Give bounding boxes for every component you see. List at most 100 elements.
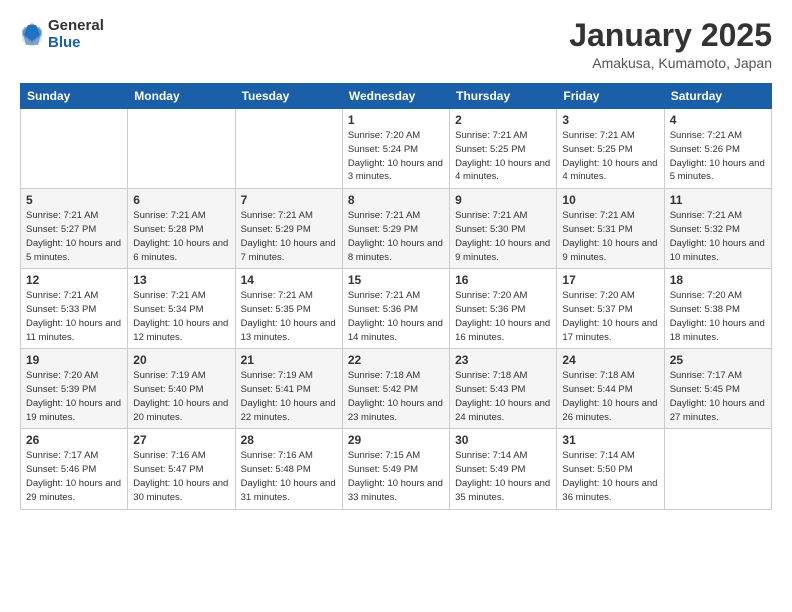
day-detail: Sunrise: 7:17 AM Sunset: 5:46 PM Dayligh… bbox=[26, 449, 122, 504]
day-detail: Sunrise: 7:16 AM Sunset: 5:47 PM Dayligh… bbox=[133, 449, 229, 504]
day-detail: Sunrise: 7:14 AM Sunset: 5:49 PM Dayligh… bbox=[455, 449, 551, 504]
logo-blue-text: Blue bbox=[48, 35, 104, 52]
day-cell-4-6 bbox=[664, 429, 771, 509]
day-number: 19 bbox=[26, 353, 122, 367]
day-number: 14 bbox=[241, 273, 337, 287]
location: Amakusa, Kumamoto, Japan bbox=[569, 55, 772, 71]
month-title: January 2025 bbox=[569, 18, 772, 53]
day-detail: Sunrise: 7:18 AM Sunset: 5:43 PM Dayligh… bbox=[455, 369, 551, 424]
day-detail: Sunrise: 7:21 AM Sunset: 5:30 PM Dayligh… bbox=[455, 209, 551, 264]
day-detail: Sunrise: 7:18 AM Sunset: 5:44 PM Dayligh… bbox=[562, 369, 658, 424]
logo-text: General Blue bbox=[48, 18, 104, 51]
day-cell-2-2: 14 Sunrise: 7:21 AM Sunset: 5:35 PM Dayli… bbox=[235, 269, 342, 349]
day-detail: Sunrise: 7:21 AM Sunset: 5:28 PM Dayligh… bbox=[133, 209, 229, 264]
day-cell-4-0: 26 Sunrise: 7:17 AM Sunset: 5:46 PM Dayli… bbox=[21, 429, 128, 509]
day-number: 20 bbox=[133, 353, 229, 367]
day-detail: Sunrise: 7:20 AM Sunset: 5:24 PM Dayligh… bbox=[348, 129, 444, 184]
day-number: 29 bbox=[348, 433, 444, 447]
day-cell-4-5: 31 Sunrise: 7:14 AM Sunset: 5:50 PM Dayli… bbox=[557, 429, 664, 509]
day-number: 17 bbox=[562, 273, 658, 287]
day-number: 9 bbox=[455, 193, 551, 207]
day-number: 21 bbox=[241, 353, 337, 367]
header-sunday: Sunday bbox=[21, 84, 128, 109]
day-number: 5 bbox=[26, 193, 122, 207]
day-number: 23 bbox=[455, 353, 551, 367]
day-cell-1-6: 11 Sunrise: 7:21 AM Sunset: 5:32 PM Dayli… bbox=[664, 189, 771, 269]
day-cell-4-1: 27 Sunrise: 7:16 AM Sunset: 5:47 PM Dayli… bbox=[128, 429, 235, 509]
day-detail: Sunrise: 7:16 AM Sunset: 5:48 PM Dayligh… bbox=[241, 449, 337, 504]
day-cell-0-4: 2Sunrise: 7:21 AM Sunset: 5:25 PM Daylig… bbox=[450, 109, 557, 189]
week-row-0: 1 Sunrise: 7:20 AM Sunset: 5:24 PM Daylig… bbox=[21, 109, 772, 189]
day-number: 12 bbox=[26, 273, 122, 287]
day-number: 27 bbox=[133, 433, 229, 447]
page: General Blue January 2025 Amakusa, Kumam… bbox=[0, 0, 792, 528]
day-cell-0-6: 4 Sunrise: 7:21 AM Sunset: 5:26 PM Daylig… bbox=[664, 109, 771, 189]
day-cell-4-3: 29 Sunrise: 7:15 AM Sunset: 5:49 PM Dayli… bbox=[342, 429, 449, 509]
weekday-header-row: Sunday Monday Tuesday Wednesday Thursday… bbox=[21, 84, 772, 109]
day-number: 3 bbox=[562, 113, 658, 127]
day-detail: Sunrise: 7:17 AM Sunset: 5:45 PM Dayligh… bbox=[670, 369, 766, 424]
day-number: 11 bbox=[670, 193, 766, 207]
day-number: 30 bbox=[455, 433, 551, 447]
day-number: 18 bbox=[670, 273, 766, 287]
day-number: 1 bbox=[348, 113, 444, 127]
day-cell-1-5: 10 Sunrise: 7:21 AM Sunset: 5:31 PM Dayli… bbox=[557, 189, 664, 269]
day-detail: Sunrise: 7:21 AM Sunset: 5:25 PM Dayligh… bbox=[562, 129, 658, 184]
day-cell-3-0: 19 Sunrise: 7:20 AM Sunset: 5:39 PM Dayli… bbox=[21, 349, 128, 429]
day-detail: Sunrise: 7:18 AM Sunset: 5:42 PM Dayligh… bbox=[348, 369, 444, 424]
day-number: 22 bbox=[348, 353, 444, 367]
day-number: 4 bbox=[670, 113, 766, 127]
day-number: 10 bbox=[562, 193, 658, 207]
day-cell-2-3: 15Sunrise: 7:21 AM Sunset: 5:36 PM Dayli… bbox=[342, 269, 449, 349]
day-number: 13 bbox=[133, 273, 229, 287]
header-wednesday: Wednesday bbox=[342, 84, 449, 109]
day-detail: Sunrise: 7:20 AM Sunset: 5:39 PM Dayligh… bbox=[26, 369, 122, 424]
day-detail: Sunrise: 7:21 AM Sunset: 5:34 PM Dayligh… bbox=[133, 289, 229, 344]
header-thursday: Thursday bbox=[450, 84, 557, 109]
day-detail: Sunrise: 7:15 AM Sunset: 5:49 PM Dayligh… bbox=[348, 449, 444, 504]
day-cell-1-2: 7 Sunrise: 7:21 AM Sunset: 5:29 PM Daylig… bbox=[235, 189, 342, 269]
day-detail: Sunrise: 7:21 AM Sunset: 5:32 PM Dayligh… bbox=[670, 209, 766, 264]
day-detail: Sunrise: 7:20 AM Sunset: 5:37 PM Dayligh… bbox=[562, 289, 658, 344]
day-cell-0-1 bbox=[128, 109, 235, 189]
day-number: 31 bbox=[562, 433, 658, 447]
day-cell-3-2: 21 Sunrise: 7:19 AM Sunset: 5:41 PM Dayli… bbox=[235, 349, 342, 429]
header-tuesday: Tuesday bbox=[235, 84, 342, 109]
day-cell-0-3: 1 Sunrise: 7:20 AM Sunset: 5:24 PM Daylig… bbox=[342, 109, 449, 189]
day-number: 15 bbox=[348, 273, 444, 287]
day-cell-1-0: 5Sunrise: 7:21 AM Sunset: 5:27 PM Daylig… bbox=[21, 189, 128, 269]
day-cell-2-6: 18Sunrise: 7:20 AM Sunset: 5:38 PM Dayli… bbox=[664, 269, 771, 349]
day-number: 24 bbox=[562, 353, 658, 367]
logo-general-text: General bbox=[48, 18, 104, 35]
day-detail: Sunrise: 7:21 AM Sunset: 5:25 PM Dayligh… bbox=[455, 129, 551, 184]
day-number: 26 bbox=[26, 433, 122, 447]
day-cell-1-3: 8Sunrise: 7:21 AM Sunset: 5:29 PM Daylig… bbox=[342, 189, 449, 269]
day-number: 6 bbox=[133, 193, 229, 207]
day-detail: Sunrise: 7:21 AM Sunset: 5:26 PM Dayligh… bbox=[670, 129, 766, 184]
header-saturday: Saturday bbox=[664, 84, 771, 109]
day-cell-1-1: 6 Sunrise: 7:21 AM Sunset: 5:28 PM Daylig… bbox=[128, 189, 235, 269]
header: General Blue January 2025 Amakusa, Kumam… bbox=[20, 18, 772, 71]
day-cell-3-6: 25 Sunrise: 7:17 AM Sunset: 5:45 PM Dayli… bbox=[664, 349, 771, 429]
day-cell-2-5: 17 Sunrise: 7:20 AM Sunset: 5:37 PM Dayli… bbox=[557, 269, 664, 349]
week-row-2: 12 Sunrise: 7:21 AM Sunset: 5:33 PM Dayli… bbox=[21, 269, 772, 349]
day-detail: Sunrise: 7:19 AM Sunset: 5:41 PM Dayligh… bbox=[241, 369, 337, 424]
day-detail: Sunrise: 7:21 AM Sunset: 5:31 PM Dayligh… bbox=[562, 209, 658, 264]
day-number: 16 bbox=[455, 273, 551, 287]
day-number: 7 bbox=[241, 193, 337, 207]
day-cell-2-1: 13 Sunrise: 7:21 AM Sunset: 5:34 PM Dayli… bbox=[128, 269, 235, 349]
day-cell-4-4: 30 Sunrise: 7:14 AM Sunset: 5:49 PM Dayli… bbox=[450, 429, 557, 509]
day-cell-3-5: 24 Sunrise: 7:18 AM Sunset: 5:44 PM Dayli… bbox=[557, 349, 664, 429]
day-detail: Sunrise: 7:14 AM Sunset: 5:50 PM Dayligh… bbox=[562, 449, 658, 504]
day-detail: Sunrise: 7:21 AM Sunset: 5:29 PM Dayligh… bbox=[241, 209, 337, 264]
day-number: 25 bbox=[670, 353, 766, 367]
day-cell-2-4: 16Sunrise: 7:20 AM Sunset: 5:36 PM Dayli… bbox=[450, 269, 557, 349]
day-detail: Sunrise: 7:21 AM Sunset: 5:35 PM Dayligh… bbox=[241, 289, 337, 344]
day-detail: Sunrise: 7:19 AM Sunset: 5:40 PM Dayligh… bbox=[133, 369, 229, 424]
week-row-4: 26 Sunrise: 7:17 AM Sunset: 5:46 PM Dayli… bbox=[21, 429, 772, 509]
day-cell-3-4: 23 Sunrise: 7:18 AM Sunset: 5:43 PM Dayli… bbox=[450, 349, 557, 429]
day-detail: Sunrise: 7:21 AM Sunset: 5:33 PM Dayligh… bbox=[26, 289, 122, 344]
day-cell-3-3: 22 Sunrise: 7:18 AM Sunset: 5:42 PM Dayli… bbox=[342, 349, 449, 429]
day-cell-4-2: 28Sunrise: 7:16 AM Sunset: 5:48 PM Dayli… bbox=[235, 429, 342, 509]
week-row-1: 5Sunrise: 7:21 AM Sunset: 5:27 PM Daylig… bbox=[21, 189, 772, 269]
